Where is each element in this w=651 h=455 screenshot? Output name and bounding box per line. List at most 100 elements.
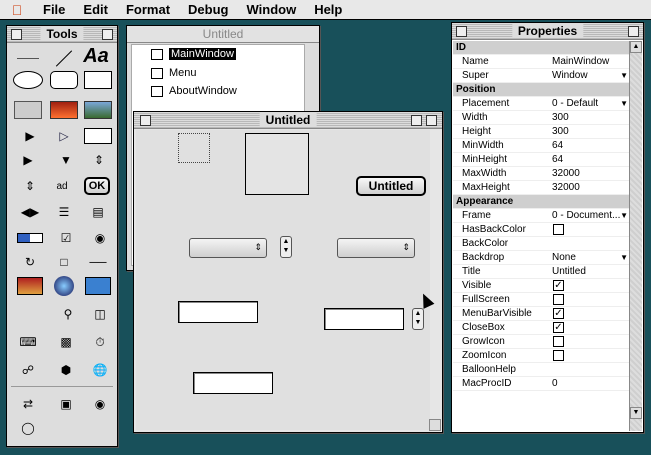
rectangle-tool-icon[interactable] — [84, 71, 112, 89]
property-checkbox[interactable]: ✓ — [553, 308, 564, 319]
disclosure-triangle-blue-icon[interactable]: ▷ — [51, 126, 77, 146]
property-value[interactable]: MainWindow — [552, 55, 630, 69]
property-row[interactable]: CloseBox ✓ — [453, 321, 630, 335]
property-checkbox[interactable] — [553, 224, 564, 235]
property-row[interactable]: Width 300 — [453, 111, 630, 125]
disclosure-triangle-icon[interactable]: ▶ — [17, 126, 43, 146]
properties-scrollbar[interactable]: ▲ ▼ — [629, 41, 642, 431]
little-arrows-tool-icon[interactable]: ⇕ — [17, 176, 43, 196]
little-arrows-left[interactable]: ▲ ▼ — [280, 236, 292, 258]
menu-debug[interactable]: Debug — [179, 2, 237, 17]
collapse-box[interactable] — [426, 115, 437, 126]
little-arrows-right[interactable]: ▲ ▼ — [412, 308, 424, 330]
close-box[interactable] — [456, 26, 467, 37]
property-value[interactable]: 64 — [552, 139, 630, 153]
popup-arrow-tool-icon[interactable]: ⇕ — [85, 150, 113, 170]
oval-blue-icon[interactable] — [51, 276, 77, 296]
close-box[interactable] — [140, 115, 151, 126]
canvas-control[interactable] — [245, 133, 309, 195]
property-value[interactable]: 0 — [552, 377, 630, 391]
groupbox-tool-icon[interactable]: □ — [51, 252, 77, 272]
property-row[interactable]: FullScreen — [453, 293, 630, 307]
project-item-mainwindow[interactable]: MainWindow — [151, 46, 236, 62]
socket-tool-icon[interactable]: ☍ — [15, 360, 41, 380]
menu-window[interactable]: Window — [237, 2, 305, 17]
property-checkbox[interactable] — [553, 294, 564, 305]
design-canvas[interactable]: Untitled ⇕ ▲ ▼ ⇕ ▲ ▼ — [136, 130, 430, 430]
property-row[interactable]: Name MainWindow — [453, 55, 630, 69]
property-row[interactable]: MinWidth 64 — [453, 139, 630, 153]
text-tool-icon[interactable]: Aa — [81, 45, 111, 67]
project-item-menu[interactable]: Menu — [151, 65, 197, 81]
property-value[interactable]: 32000 — [552, 181, 630, 195]
grow-box[interactable] — [429, 419, 441, 431]
property-row[interactable]: MacProcID 0 — [453, 377, 630, 391]
apple-icon[interactable]:  — [0, 2, 34, 18]
pushbutton-tool-icon[interactable]: OK — [84, 177, 110, 195]
property-row[interactable]: MaxHeight 32000 — [453, 181, 630, 195]
popup-menu-right[interactable]: ⇕ — [337, 238, 415, 258]
property-row[interactable]: MenuBarVisible ✓ — [453, 307, 630, 321]
scroll-down-arrow-icon[interactable]: ▼ — [630, 407, 642, 419]
property-checkbox[interactable] — [553, 336, 564, 347]
listbox-tool-icon[interactable]: ☰ — [49, 202, 79, 222]
property-row[interactable]: GrowIcon — [453, 335, 630, 349]
menu-format[interactable]: Format — [117, 2, 179, 17]
zoom-box[interactable] — [411, 115, 422, 126]
chasing-arrows-icon[interactable]: ↻ — [17, 252, 43, 272]
tag-tool-icon[interactable]: ad — [47, 176, 77, 196]
tabpanel-tool-icon[interactable]: ▤ — [83, 202, 113, 222]
editfield-right[interactable] — [324, 308, 404, 330]
collapse-box[interactable] — [628, 26, 639, 37]
canvas-tool-icon[interactable] — [84, 101, 112, 119]
placard-tool-icon[interactable] — [14, 101, 42, 119]
property-row[interactable]: Backdrop None ▼ — [453, 251, 630, 265]
tools-titlebar[interactable]: Tools — [7, 26, 117, 43]
database-query-icon[interactable]: ⚲ — [55, 304, 81, 324]
property-row[interactable]: Super Window ▼ — [453, 69, 630, 83]
property-row[interactable]: BalloonHelp — [453, 363, 630, 377]
dropdown-arrow-icon[interactable]: ▼ — [620, 97, 628, 111]
menu-edit[interactable]: Edit — [74, 2, 117, 17]
popup-menu-tool-icon[interactable]: ▼ — [53, 150, 79, 170]
placeholder-box[interactable] — [178, 133, 210, 163]
scroll-up-arrow-icon[interactable]: ▲ — [630, 41, 642, 53]
untitled-pushbutton[interactable]: Untitled — [356, 176, 426, 196]
property-value[interactable]: Window — [552, 69, 630, 83]
editfield-tool-icon[interactable] — [84, 128, 112, 144]
property-row[interactable]: ZoomIcon — [453, 349, 630, 363]
movieplayer-tool-icon[interactable] — [15, 276, 45, 296]
transfer-tool-icon[interactable]: ⇄ — [15, 394, 41, 414]
progressbar-tool-icon[interactable] — [17, 233, 43, 243]
close-box[interactable] — [11, 29, 22, 40]
spritesurface-tool-icon[interactable]: ▩ — [53, 332, 79, 352]
database-icon[interactable]: ◫ — [87, 304, 113, 324]
property-row[interactable]: Height 300 — [453, 125, 630, 139]
property-checkbox[interactable]: ✓ — [553, 322, 564, 333]
property-row[interactable]: Placement 0 - Default ▼ — [453, 97, 630, 111]
property-value[interactable]: 0 - Default — [552, 97, 630, 111]
timer-tool-icon[interactable]: ⏱ — [87, 332, 113, 352]
radiobutton-tool-icon[interactable]: ◉ — [87, 228, 113, 248]
menu-file[interactable]: File — [34, 2, 74, 17]
checkbox-tool-icon[interactable]: ☑ — [53, 228, 79, 248]
dropdown-arrow-icon[interactable]: ▼ — [620, 69, 628, 83]
property-value[interactable]: 64 — [552, 153, 630, 167]
property-checkbox[interactable]: ✓ — [553, 280, 564, 291]
slider-tool-icon[interactable]: ◀▶ — [15, 202, 45, 222]
quicktime-tool-icon[interactable] — [83, 276, 113, 296]
roundrect-tool-icon[interactable] — [50, 71, 78, 89]
property-row[interactable]: BackColor — [453, 237, 630, 251]
monitor-tool-icon[interactable]: ▣ — [53, 394, 79, 414]
property-value[interactable]: None — [552, 251, 630, 265]
appleevent-tool-icon[interactable]: ⬢ — [53, 360, 79, 380]
collapse-box[interactable] — [102, 29, 113, 40]
property-row[interactable]: Frame 0 - Document... ▼ — [453, 209, 630, 223]
serial-tool-icon[interactable]: ⌨ — [15, 332, 41, 352]
property-value[interactable]: Untitled — [552, 265, 630, 279]
line-tool-icon[interactable] — [15, 48, 41, 68]
property-row[interactable]: MaxWidth 32000 — [453, 167, 630, 181]
property-row[interactable]: MinHeight 64 — [453, 153, 630, 167]
dropdown-arrow-icon[interactable]: ▼ — [620, 251, 628, 265]
diagonal-line-tool-icon[interactable] — [51, 48, 77, 68]
